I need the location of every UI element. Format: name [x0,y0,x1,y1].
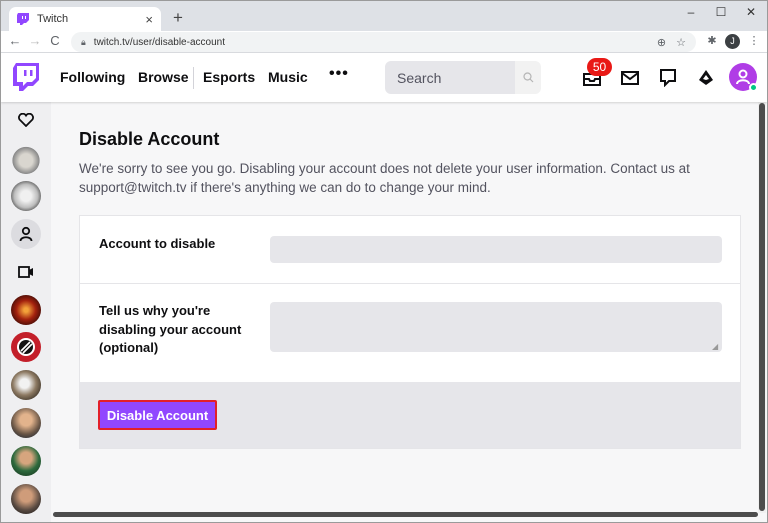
reason-textarea[interactable] [270,302,722,352]
zoom-icon[interactable]: ⊕ [657,36,666,49]
new-tab-button[interactable]: + [169,9,187,27]
nav-following[interactable]: Following [60,69,125,85]
nav-esports[interactable]: Esports [203,69,255,85]
back-arrow-icon[interactable]: ← [7,33,23,48]
channel-avatar-5[interactable] [11,370,41,400]
forward-arrow-icon[interactable]: → [27,33,43,48]
browser-toolbar: ← → C 🔒︎ twitch.tv/user/disable-account … [1,31,767,53]
reason-label-line-1: Tell us why you're [99,303,211,318]
video-camera-icon[interactable] [16,262,36,282]
channel-avatar-1[interactable] [11,144,41,174]
vertical-scrollbar-thumb[interactable] [759,103,765,511]
minimize-button[interactable]: – [681,5,701,19]
search-icon[interactable] [515,61,541,94]
nav-music[interactable]: Music [268,69,308,85]
account-to-disable-input[interactable] [270,236,722,263]
page-title: Disable Account [79,129,220,149]
tab-close-icon[interactable]: × [145,12,153,27]
reason-label-line-2: disabling your account [99,321,242,337]
search-input[interactable]: Search [385,61,515,94]
bookmark-star-icon[interactable]: ☆ [676,36,686,49]
textarea-resize-handle-icon[interactable]: ◢ [712,342,718,351]
twitch-favicon-icon [17,13,29,25]
nav-browse[interactable]: Browse [138,69,189,85]
channel-avatar-7[interactable] [11,446,41,476]
default-user-avatar[interactable] [11,219,41,249]
more-menu-icon[interactable]: ••• [329,65,349,83]
nav-divider [193,67,194,89]
browser-profile-avatar[interactable]: J [725,34,740,49]
lock-icon: 🔒︎ [81,36,86,47]
bits-crown-icon[interactable] [696,68,716,88]
browser-menu-icon[interactable]: ⋮ [746,34,762,47]
channel-avatar-2[interactable] [11,181,41,211]
browser-window: Twitch × + – ☐ ✕ ← → C 🔒︎ twitch.tv/user… [0,0,768,523]
channel-avatar-3[interactable] [11,295,41,325]
window-close-button[interactable]: ✕ [741,5,761,19]
channel-avatar-6[interactable] [11,408,41,438]
whispers-chat-icon[interactable] [658,68,678,88]
mail-icon[interactable] [620,68,640,88]
reload-icon[interactable]: C [47,33,63,48]
form-row-divider [79,283,741,284]
reason-label: Tell us why you're disabling your accoun… [99,302,241,358]
side-nav [1,102,51,522]
address-bar[interactable]: 🔒︎ twitch.tv/user/disable-account ⊕ ☆ [71,32,696,52]
browser-tab[interactable]: Twitch × [9,7,161,31]
tab-title: Twitch [37,13,69,25]
account-to-disable-label: Account to disable [99,236,216,251]
channel-avatar-8[interactable] [11,484,41,514]
heart-icon[interactable] [16,110,36,130]
channel-avatar-4[interactable] [11,332,41,362]
tab-strip: Twitch × + – ☐ ✕ [1,1,767,31]
page-description: We're sorry to see you go. Disabling you… [79,161,690,195]
twitch-logo-icon[interactable] [13,63,39,91]
extensions-puzzle-icon[interactable]: ✱ [704,34,720,47]
twitch-top-nav: Following Browse Esports Music ••• Searc… [1,53,767,102]
online-status-dot [749,83,758,92]
horizontal-scrollbar-thumb[interactable] [53,512,758,517]
disable-account-button[interactable]: Disable Account [98,400,217,430]
maximize-button[interactable]: ☐ [711,5,731,19]
url-text: twitch.tv/user/disable-account [93,36,225,48]
reason-label-line-3: (optional) [99,340,159,355]
notification-count-badge: 50 [587,58,612,76]
